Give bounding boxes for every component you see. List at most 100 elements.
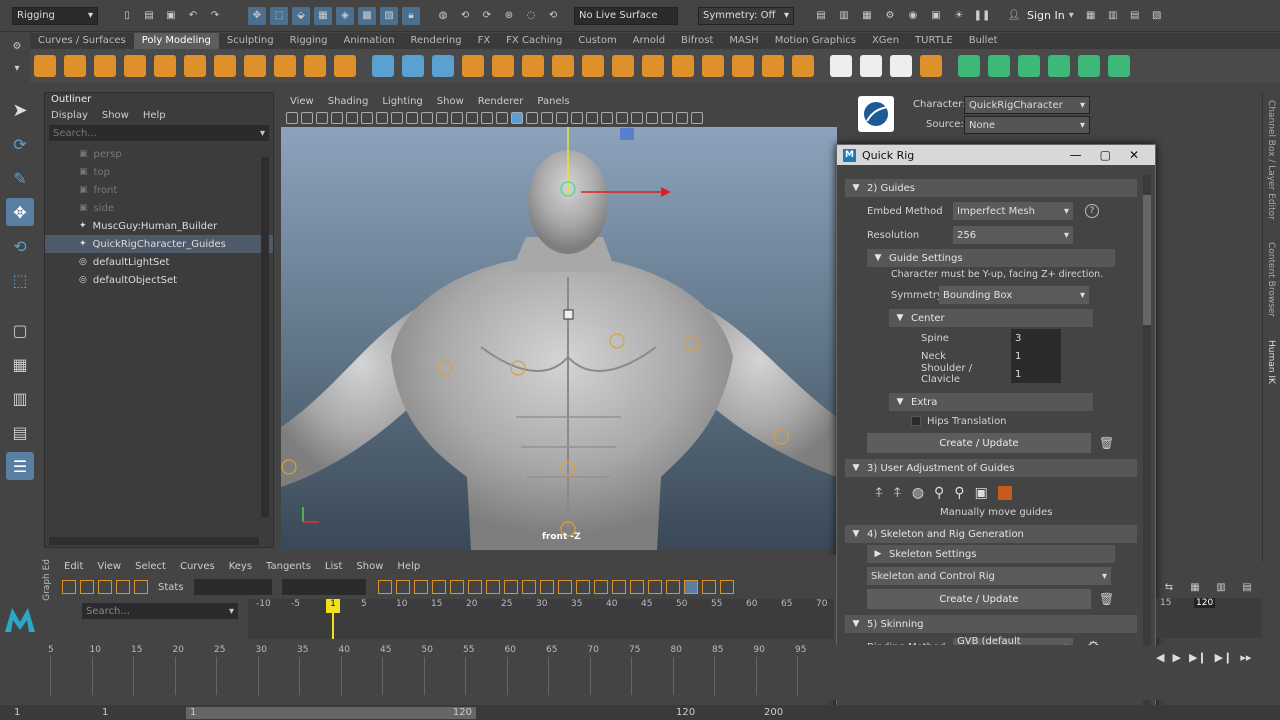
tangent-tool-icon[interactable] — [395, 580, 410, 594]
viewport-tool-icon[interactable] — [451, 112, 463, 124]
bevel-icon[interactable] — [582, 55, 604, 77]
outliner-search[interactable]: Search... ▾ — [49, 125, 269, 141]
graph-menu-keys[interactable]: Keys — [229, 561, 252, 572]
end-icon[interactable]: ▸▸ — [1240, 651, 1251, 664]
bridge-icon[interactable] — [612, 55, 634, 77]
viewport-tool-icon[interactable] — [421, 112, 433, 124]
lasso-tool-icon[interactable]: ⟳ — [6, 130, 34, 158]
shelf-tab[interactable]: Rigging — [282, 33, 336, 49]
guide-move-icon[interactable]: ⚲ — [934, 485, 944, 501]
shelf-tab[interactable]: Animation — [336, 33, 403, 49]
viewport-tool-icon[interactable] — [646, 112, 658, 124]
graph-menu-select[interactable]: Select — [135, 561, 166, 572]
viewport-menu-view[interactable]: View — [290, 96, 314, 107]
fill-hole-icon[interactable] — [702, 55, 724, 77]
new-scene-icon[interactable]: ▯ — [118, 7, 136, 25]
section-guides[interactable]: ▼ 2) Guides — [845, 179, 1137, 197]
viewport-tool-icon[interactable] — [661, 112, 673, 124]
shelf-tab[interactable]: MASH — [721, 33, 766, 49]
poly-sphere-icon[interactable] — [34, 55, 56, 77]
outliner-menu-display[interactable]: Display — [51, 110, 88, 121]
graph-menu-show[interactable]: Show — [356, 561, 383, 572]
crease-icon[interactable] — [920, 55, 942, 77]
tangent-tool-icon[interactable] — [611, 580, 626, 594]
viewport-tool-icon[interactable] — [676, 112, 688, 124]
stats-field[interactable] — [281, 579, 366, 595]
graph-editor-tab[interactable]: Graph Ed — [42, 559, 52, 601]
viewport-tool-icon[interactable] — [616, 112, 628, 124]
range-slider[interactable]: 1 120 — [186, 706, 476, 719]
guides-create-button[interactable]: Create / Update — [867, 433, 1091, 453]
outliner-menu-show[interactable]: Show — [102, 110, 129, 121]
key-tool-icon[interactable] — [98, 580, 112, 594]
viewport-tool-icon[interactable] — [586, 112, 598, 124]
sign-in-link[interactable]: Sign In — [1027, 9, 1065, 22]
section-extra[interactable]: ▼ Extra — [889, 393, 1093, 411]
stats-field[interactable] — [193, 579, 272, 595]
merge-icon[interactable] — [672, 55, 694, 77]
tab-content-browser[interactable]: Content Browser — [1266, 242, 1276, 317]
viewport-tool-icon[interactable] — [541, 112, 553, 124]
section-skinning[interactable]: ▼ 5) Skinning — [845, 615, 1137, 633]
symmetry-dropdown[interactable]: Bounding Box ▾ — [939, 286, 1089, 304]
tangent-tool-icon[interactable] — [539, 580, 554, 594]
object-select-icon[interactable]: ⬚ — [270, 6, 288, 25]
quick-rig-scrollbar[interactable] — [1143, 175, 1151, 705]
shelf-tab[interactable]: Custom — [570, 33, 624, 49]
tangent-tool-icon[interactable] — [593, 580, 608, 594]
section-guide-settings[interactable]: ▼ Guide Settings — [867, 249, 1115, 267]
outliner-item[interactable]: ◎ defaultLightSet — [45, 253, 273, 271]
shelf-tab[interactable]: TURTLE — [907, 33, 961, 49]
shelf-tab[interactable]: Arnold — [625, 33, 673, 49]
skeleton-mode-dropdown[interactable]: Skeleton and Control Rig ▾ — [867, 567, 1111, 585]
save-icon[interactable]: ▣ — [162, 7, 180, 25]
boolean-icon[interactable] — [732, 55, 754, 77]
guide-select-icon[interactable]: ⍏ — [875, 485, 883, 501]
viewport-tool-icon[interactable] — [691, 112, 703, 124]
graph-menu-tangents[interactable]: Tangents — [266, 561, 311, 572]
viewport-tool-icon[interactable] — [601, 112, 613, 124]
viewport-tool-icon[interactable] — [346, 112, 358, 124]
tangent-tool-icon[interactable] — [683, 580, 698, 594]
resolution-dropdown[interactable]: 256 ▾ — [953, 226, 1073, 244]
tangent-tool-icon[interactable] — [665, 580, 680, 594]
mesh-info-icon[interactable] — [432, 55, 454, 77]
play-forward-icon[interactable]: ▶ — [1172, 651, 1180, 664]
graph-menu-help[interactable]: Help — [397, 561, 420, 572]
tangent-tool-icon[interactable] — [701, 580, 716, 594]
live-surface-dropdown[interactable]: No Live Surface — [574, 6, 678, 25]
graph-menu-edit[interactable]: Edit — [64, 561, 83, 572]
snap-view-icon[interactable]: ▧ — [380, 6, 398, 25]
guide-sphere-icon[interactable]: ◍ — [912, 485, 924, 501]
multi-cut-icon[interactable] — [830, 55, 852, 77]
tab-human-ik[interactable]: Human IK — [1266, 340, 1276, 384]
section-user-adjustment[interactable]: ▼ 3) User Adjustment of Guides — [845, 459, 1137, 477]
source-dropdown[interactable]: None ▾ — [964, 116, 1090, 134]
key-tool-icon[interactable] — [116, 580, 130, 594]
append-icon[interactable] — [792, 55, 814, 77]
uv-spherical-icon[interactable] — [1018, 55, 1040, 77]
move-tool-icon[interactable]: ✥ — [6, 198, 34, 226]
guide-edit-icon[interactable]: ⚲ — [954, 485, 964, 501]
viewport-tool-icon[interactable] — [361, 112, 373, 124]
scroll-thumb[interactable] — [1143, 195, 1151, 325]
viewport-menu-renderer[interactable]: Renderer — [478, 96, 524, 107]
viewport-tool-icon[interactable] — [331, 112, 343, 124]
hips-checkbox[interactable] — [911, 416, 921, 426]
tangent-tool-icon[interactable] — [629, 580, 644, 594]
outliner-item[interactable]: ▣ top — [45, 163, 273, 181]
outliner-item[interactable]: ▣ side — [45, 199, 273, 217]
graph-menu-list[interactable]: List — [325, 561, 342, 572]
menu-set-dropdown[interactable]: Rigging ▾ — [12, 6, 98, 25]
scale-tool-icon[interactable]: ⬚ — [6, 266, 34, 294]
range-end-2[interactable]: 200 — [764, 707, 783, 718]
uv-unfold-icon[interactable] — [1078, 55, 1100, 77]
paint-select-icon[interactable]: ✎ — [6, 164, 34, 192]
modeling-toolkit-icon[interactable]: ▦ — [1082, 7, 1100, 25]
curve-options-icon[interactable]: ▤ — [1238, 578, 1256, 596]
play-backward-icon[interactable]: ◀ — [1156, 651, 1164, 664]
super-shape-icon[interactable] — [274, 55, 296, 77]
viewport-tool-icon[interactable] — [526, 112, 538, 124]
tangent-tool-icon[interactable] — [449, 580, 464, 594]
graph-search-input[interactable]: Search... — [86, 606, 130, 617]
